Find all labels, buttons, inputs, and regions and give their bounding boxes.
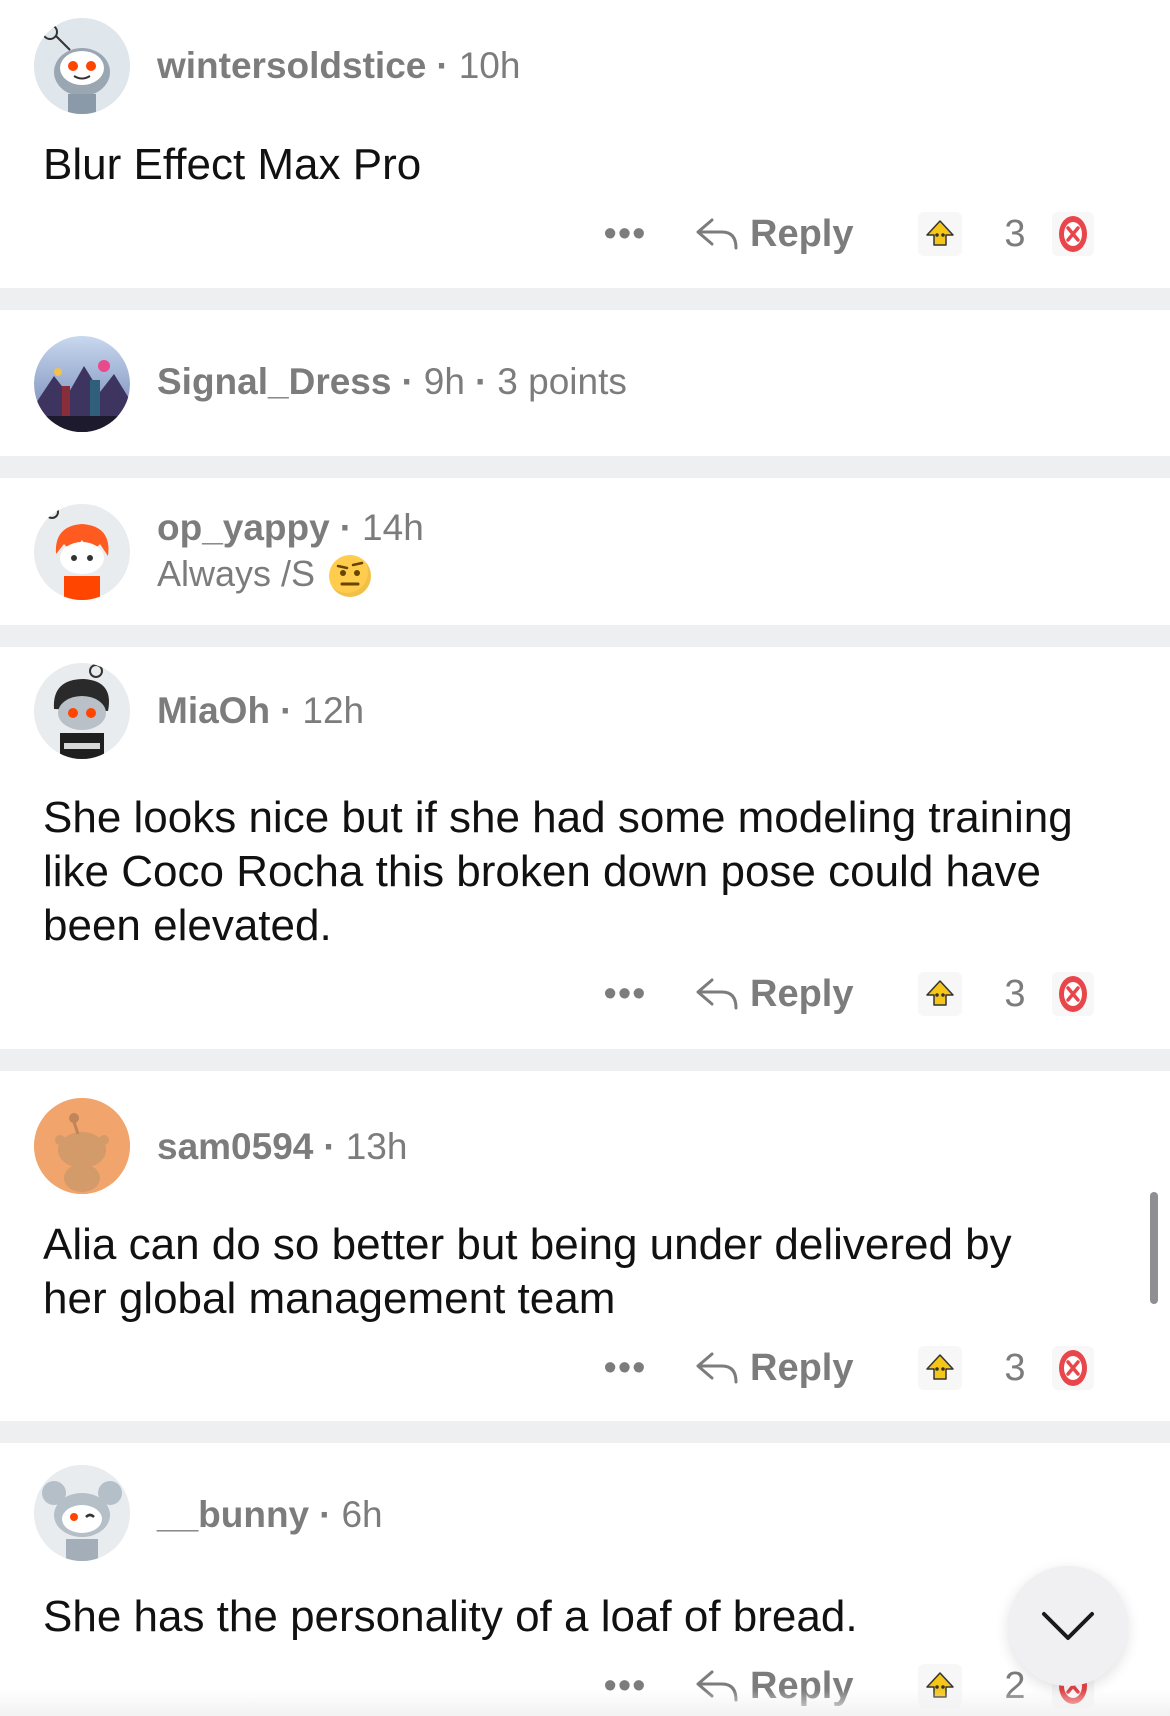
comment-meta: Signal_Dress · 9h · 3 points (157, 361, 627, 402)
comment-meta: op_yappy · 14h (157, 507, 424, 548)
reply-label: Reply (750, 212, 854, 255)
avatar[interactable] (34, 336, 130, 432)
comment-meta: sam0594 · 13h (157, 1126, 408, 1167)
comment-sam0594: sam0594 · 13h Alia can do so better but be… (0, 1071, 1170, 1421)
snoo-avatar-icon (34, 18, 130, 114)
more-options-button[interactable]: ••• (600, 964, 650, 1024)
reply-label: Reply (750, 972, 854, 1015)
timestamp: 12h (302, 690, 365, 731)
comment-meta: MiaOh · 12h (157, 690, 365, 731)
username[interactable]: sam0594 (157, 1126, 313, 1167)
snoo-avatar-icon (34, 504, 130, 600)
comment-body: Blur Effect Max Pro (43, 140, 422, 189)
comment-bunny: __bunny · 6h She has the personality of a … (0, 1443, 1170, 1716)
comment-miaoh: MiaOh · 12h She looks nice but if she had … (0, 647, 1170, 1049)
reply-button[interactable]: Reply (694, 204, 853, 264)
upvote-button[interactable] (912, 204, 968, 264)
timestamp: 6h (341, 1494, 383, 1535)
downvote-button[interactable] (1048, 1338, 1098, 1398)
raised-eyebrow-emoji-icon (329, 555, 372, 598)
upvote-button[interactable] (912, 964, 968, 1024)
timestamp: 9h (423, 361, 465, 402)
comment-divider (0, 625, 1170, 647)
vote-score: 3 (1004, 972, 1026, 1015)
comment-meta: wintersoldstice · 10h (157, 45, 521, 86)
upvote-award-icon (918, 212, 962, 256)
username[interactable]: MiaOh (157, 690, 270, 731)
reply-button[interactable]: Reply (694, 1338, 853, 1398)
more-options-button[interactable]: ••• (600, 1338, 650, 1398)
vote-score: 3 (1004, 1346, 1026, 1389)
comment-body: She has the personality of a loaf of bre… (43, 1592, 858, 1641)
avatar[interactable] (34, 1465, 130, 1561)
reply-label: Reply (750, 1346, 854, 1389)
timestamp: 13h (345, 1126, 408, 1167)
comment-divider (0, 1049, 1170, 1071)
scroll-down-button[interactable] (1008, 1566, 1128, 1686)
reply-button[interactable]: Reply (694, 964, 853, 1024)
username[interactable]: op_yappy (157, 507, 330, 548)
upvote-button[interactable] (912, 1338, 968, 1398)
comment-divider (0, 288, 1170, 310)
timestamp: 14h (362, 507, 424, 548)
points: 3 points (497, 361, 627, 402)
username[interactable]: Signal_Dress (157, 361, 391, 402)
timestamp: 10h (458, 45, 521, 86)
username[interactable]: wintersoldstice (157, 45, 426, 86)
comment-divider (0, 456, 1170, 478)
reply-arrow-icon (696, 978, 738, 1010)
snoo-avatar-icon (34, 1465, 130, 1561)
bottom-fade (0, 1690, 1170, 1716)
reply-arrow-icon (696, 1352, 738, 1384)
avatar[interactable] (34, 663, 130, 759)
scrollbar[interactable] (1150, 1192, 1158, 1304)
downvote-button[interactable] (1048, 204, 1098, 264)
comment-signal-dress[interactable]: Signal_Dress · 9h · 3 points (0, 310, 1170, 456)
avatar[interactable] (34, 18, 130, 114)
comment-body: She looks nice but if she had some model… (43, 793, 1073, 950)
avatar[interactable] (34, 1098, 130, 1194)
vote-score: 3 (1004, 212, 1026, 255)
downvote-award-icon (1052, 1346, 1094, 1390)
flair-text: Always /S (157, 553, 316, 594)
upvote-award-icon (918, 1346, 962, 1390)
avatar[interactable] (34, 504, 130, 600)
photo-avatar-icon (34, 336, 130, 432)
comment-meta: __bunny · 6h (157, 1494, 383, 1535)
snoo-avatar-icon (34, 1098, 130, 1194)
downvote-award-icon (1052, 972, 1094, 1016)
comment-actions: ••• Reply 3 (0, 204, 1170, 264)
downvote-award-icon (1052, 212, 1094, 256)
reply-arrow-icon (696, 218, 738, 250)
comment-wintersoldstice: wintersoldstice · 10h Blur Effect Max Pro … (0, 0, 1170, 288)
comment-op-yappy[interactable]: op_yappy · 14h Always /S (0, 478, 1170, 625)
upvote-award-icon (918, 972, 962, 1016)
user-flair: Always /S (157, 552, 372, 598)
comment-actions: ••• Reply 3 (0, 1338, 1170, 1398)
snoo-avatar-icon (34, 663, 130, 759)
more-options-button[interactable]: ••• (600, 204, 650, 264)
comment-divider (0, 1421, 1170, 1443)
downvote-button[interactable] (1048, 964, 1098, 1024)
comment-body: Alia can do so better but being under de… (43, 1220, 1012, 1323)
chevron-down-icon (1042, 1612, 1094, 1640)
comment-actions: ••• Reply 3 (0, 964, 1170, 1024)
username[interactable]: __bunny (157, 1494, 309, 1535)
